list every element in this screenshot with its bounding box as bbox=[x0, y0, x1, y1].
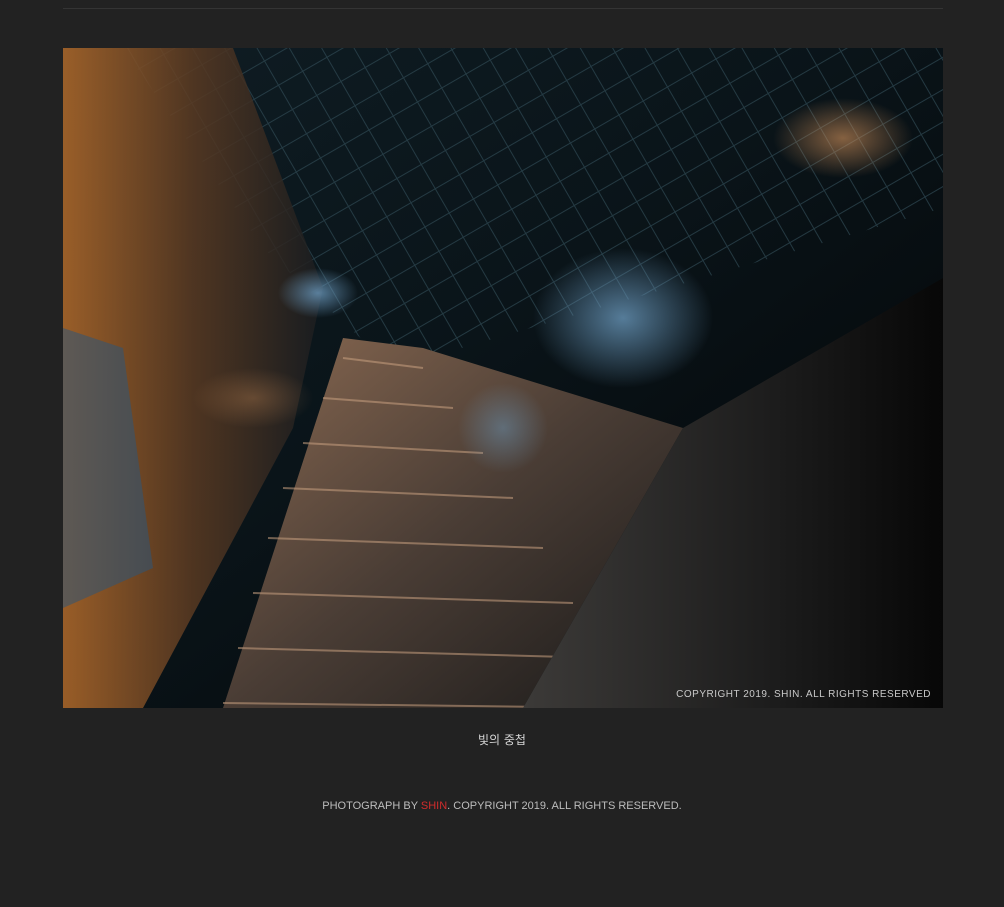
footer-suffix: . COPYRIGHT 2019. ALL RIGHTS RESERVED. bbox=[447, 800, 682, 812]
footer-credit: PHOTOGRAPH BY SHIN. COPYRIGHT 2019. ALL … bbox=[0, 800, 1004, 812]
photo-caption: 빛의 중첩 bbox=[478, 733, 526, 747]
photo-artwork bbox=[63, 48, 943, 708]
top-divider bbox=[63, 8, 943, 9]
author-link[interactable]: SHIN bbox=[421, 800, 447, 812]
page: COPYRIGHT 2019. SHIN. ALL RIGHTS RESERVE… bbox=[0, 0, 1004, 907]
footer-prefix: PHOTOGRAPH BY bbox=[322, 800, 421, 812]
main-photograph[interactable]: COPYRIGHT 2019. SHIN. ALL RIGHTS RESERVE… bbox=[63, 48, 943, 708]
photo-watermark: COPYRIGHT 2019. SHIN. ALL RIGHTS RESERVE… bbox=[676, 689, 931, 700]
